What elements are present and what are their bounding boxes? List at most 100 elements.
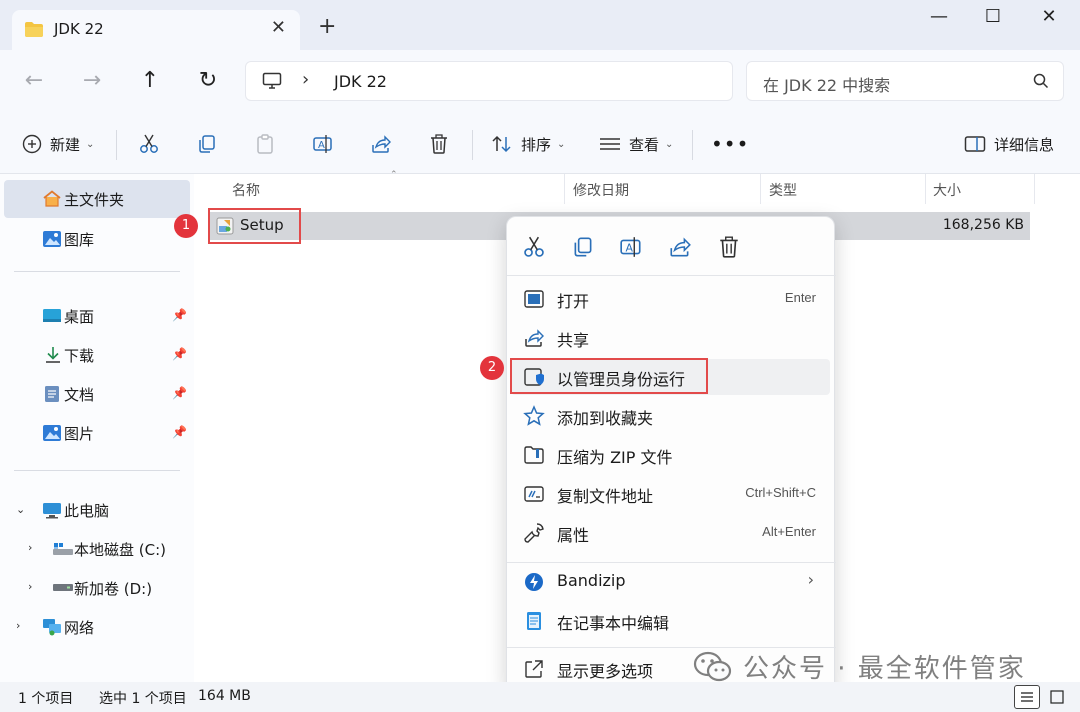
status-selected: 选中 1 个项目 (99, 691, 187, 707)
sidebar-item-drive-c[interactable]: › 本地磁盘 (C:) (4, 530, 190, 568)
delete-button[interactable] (428, 130, 450, 158)
pin-icon[interactable]: 📌 (172, 425, 187, 439)
maximize-icon[interactable]: ☐ (970, 6, 1016, 32)
cut-button[interactable] (138, 130, 160, 158)
sidebar-item-network[interactable]: › 网络 (4, 608, 190, 646)
minimize-icon[interactable]: — (916, 6, 962, 32)
tab-title: JDK 22 (54, 20, 104, 38)
new-tab-icon[interactable]: + (318, 14, 336, 39)
menu-item-compress-zip[interactable]: 压缩为 ZIP 文件 (511, 437, 830, 473)
wrench-icon (524, 523, 544, 543)
menu-item-add-favorites[interactable]: 添加到收藏夹 (511, 398, 830, 434)
home-icon (43, 190, 61, 207)
scissors-icon[interactable] (522, 235, 546, 259)
paste-icon (257, 134, 273, 154)
sidebar-label: 新加卷 (D:) (74, 580, 153, 598)
scissors-icon (140, 134, 158, 153)
menu-item-share[interactable]: 共享 (511, 320, 830, 356)
chevron-down-icon[interactable]: ⌄ (16, 503, 25, 516)
pin-icon[interactable]: 📌 (172, 308, 187, 322)
paste-button[interactable] (254, 130, 276, 158)
copy-icon[interactable] (571, 235, 595, 259)
sidebar-item-documents[interactable]: 文档 📌 (4, 375, 190, 413)
trash-icon[interactable] (717, 235, 741, 259)
chevron-right-icon[interactable]: › (28, 580, 32, 593)
tab-jdk22[interactable]: JDK 22 ✕ (12, 10, 300, 50)
column-divider[interactable] (564, 174, 565, 204)
menu-item-bandizip[interactable]: Bandizip › (511, 564, 830, 600)
address-path[interactable]: JDK 22 (334, 72, 387, 91)
menu-item-edit-notepad[interactable]: 在记事本中编辑 (511, 603, 830, 639)
column-divider[interactable] (1034, 174, 1035, 204)
menu-shortcut: Ctrl+Shift+C (745, 485, 816, 500)
close-window-icon[interactable]: ✕ (1026, 6, 1072, 32)
rename-icon: A (313, 135, 332, 153)
up-arrow-icon[interactable]: ↑ (135, 66, 165, 96)
more-options-icon[interactable]: ••• (711, 130, 749, 158)
copy-icon (199, 135, 215, 153)
column-header-name[interactable]: 名称 (232, 180, 260, 200)
refresh-icon[interactable]: ↻ (193, 66, 223, 96)
sort-ascending-icon: ⌃ (390, 170, 398, 180)
view-button[interactable]: 查看 ⌄ (599, 130, 673, 158)
chevron-right-icon[interactable]: › (28, 541, 32, 554)
details-pane-button[interactable]: 详细信息 (964, 130, 1054, 158)
chevron-down-icon: ⌄ (557, 138, 566, 150)
sidebar-item-pictures[interactable]: 图片 📌 (4, 414, 190, 452)
svg-text:A: A (626, 241, 634, 254)
sidebar-item-downloads[interactable]: 下载 📌 (4, 336, 190, 374)
wechat-icon (693, 651, 732, 681)
menu-item-open[interactable]: 打开 Enter (511, 281, 830, 317)
status-item-count: 1 个项目 (18, 691, 74, 707)
chevron-right-icon[interactable]: › (302, 69, 309, 90)
plus-circle-icon (22, 134, 42, 154)
menu-label: 复制文件地址 (557, 487, 654, 506)
download-icon (46, 347, 60, 363)
share-icon[interactable] (668, 235, 692, 259)
tab-close-icon[interactable]: ✕ (271, 17, 286, 38)
sort-button[interactable]: 排序 ⌄ (491, 130, 565, 158)
copy-path-icon (524, 486, 544, 502)
highlight-box (510, 358, 708, 394)
menu-item-copy-path[interactable]: 复制文件地址 Ctrl+Shift+C (511, 476, 830, 512)
address-bar[interactable]: › JDK 22 (245, 61, 733, 101)
column-header-modified[interactable]: 修改日期 (573, 180, 629, 200)
search-box[interactable]: 在 JDK 22 中搜索 (746, 61, 1064, 101)
navigation-pane: 主文件夹 图库 桌面 📌 下载 📌 文档 📌 图片 📌 ⌄ 此电脑 › 本地磁盘… (0, 174, 194, 682)
sidebar-item-gallery[interactable]: 图库 (4, 220, 190, 258)
sort-label: 排序 (521, 135, 552, 154)
rename-icon[interactable]: A (619, 235, 643, 259)
desktop-icon (43, 309, 61, 322)
menu-item-properties[interactable]: 属性 Alt+Enter (511, 515, 830, 551)
column-divider[interactable] (760, 174, 761, 204)
back-arrow-icon[interactable]: ← (19, 66, 49, 96)
new-button[interactable]: 新建 ⌄ (22, 130, 94, 158)
forward-arrow-icon[interactable]: → (77, 66, 107, 96)
menu-shortcut: Alt+Enter (762, 524, 816, 539)
rename-button[interactable]: A (312, 130, 334, 158)
sidebar-label: 本地磁盘 (C:) (74, 541, 166, 559)
column-header-size[interactable]: 大小 (933, 180, 961, 200)
view-label: 查看 (629, 135, 660, 154)
network-icon (43, 619, 61, 636)
sidebar-item-drive-d[interactable]: › 新加卷 (D:) (4, 569, 190, 607)
sidebar-label: 桌面 (64, 308, 95, 326)
context-menu: A 打开 Enter 共享 以管理员身份运行 添加到收藏夹 压缩为 ZIP 文件 (506, 216, 836, 692)
pin-icon[interactable]: 📌 (172, 386, 187, 400)
share-button[interactable] (370, 130, 392, 158)
notepad-icon (527, 612, 541, 630)
column-divider[interactable] (925, 174, 926, 204)
file-size: 168,256 KB (942, 217, 1024, 233)
sidebar-item-desktop[interactable]: 桌面 📌 (4, 297, 190, 335)
pin-icon[interactable]: 📌 (172, 347, 187, 361)
sidebar-item-home[interactable]: 主文件夹 (4, 180, 190, 218)
navigation-bar: ← → ↑ ↻ › JDK 22 在 JDK 22 中搜索 (0, 50, 1080, 114)
windows-drive-icon (53, 543, 73, 555)
column-header-type[interactable]: 类型 (769, 180, 797, 200)
external-open-icon (525, 660, 543, 678)
tiles-view-icon[interactable] (1044, 685, 1070, 709)
copy-button[interactable] (196, 130, 218, 158)
chevron-right-icon[interactable]: › (16, 619, 20, 632)
details-view-icon[interactable] (1014, 685, 1040, 709)
sidebar-item-this-pc[interactable]: ⌄ 此电脑 (4, 491, 190, 529)
